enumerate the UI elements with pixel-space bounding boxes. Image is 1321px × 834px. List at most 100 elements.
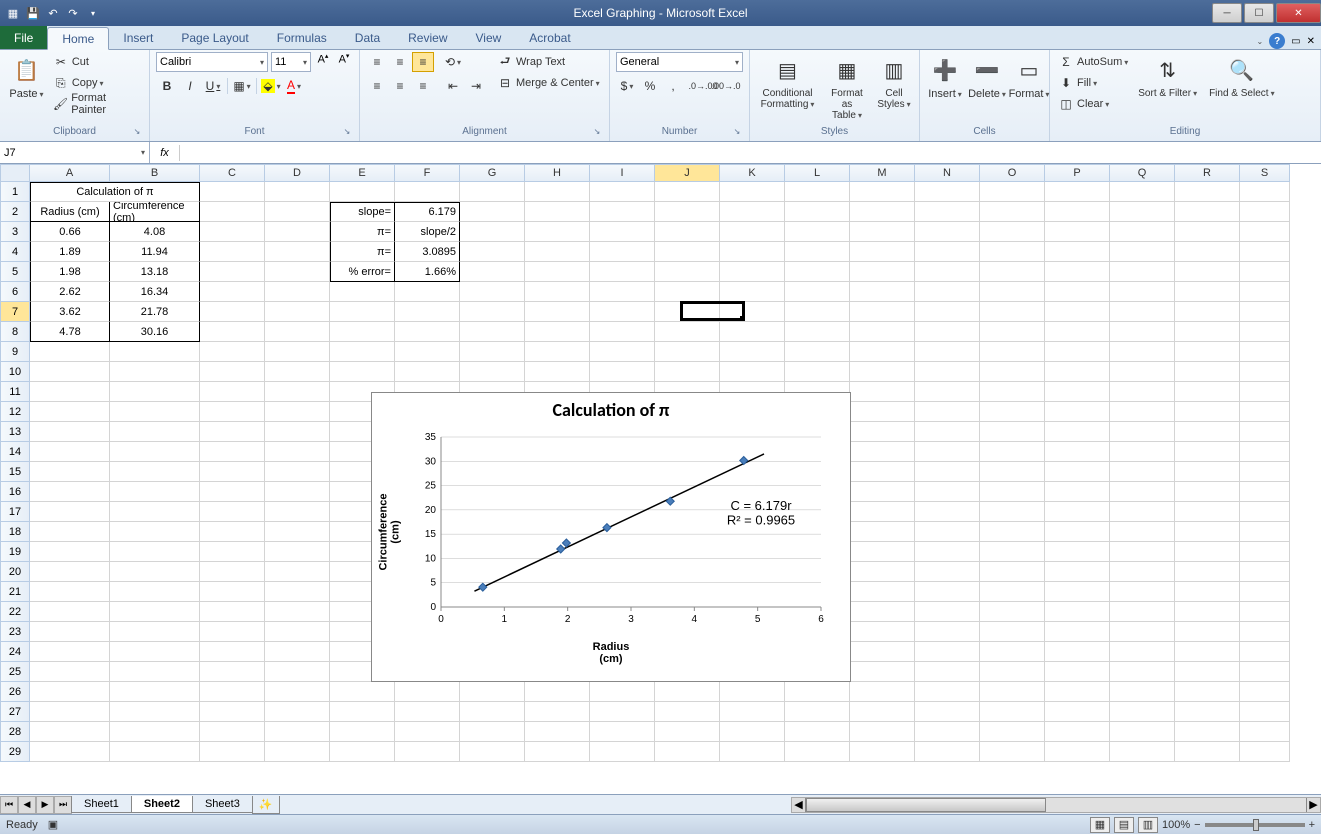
- cell[interactable]: [110, 462, 200, 482]
- align-right-button[interactable]: ≡: [412, 76, 434, 96]
- cell[interactable]: [785, 702, 850, 722]
- tab-page-layout[interactable]: Page Layout: [167, 26, 262, 49]
- cell[interactable]: [30, 562, 110, 582]
- sort-filter-button[interactable]: ⇅Sort & Filter: [1134, 52, 1201, 101]
- cell[interactable]: [265, 202, 330, 222]
- cell[interactable]: [1175, 322, 1240, 342]
- cell[interactable]: [460, 742, 525, 762]
- cell[interactable]: [1110, 602, 1175, 622]
- sheet-nav-first[interactable]: ⏮: [0, 796, 18, 814]
- cell[interactable]: [1045, 662, 1110, 682]
- row-header[interactable]: 11: [0, 382, 30, 402]
- cell[interactable]: [590, 262, 655, 282]
- cell[interactable]: Radius (cm): [30, 202, 110, 222]
- cell[interactable]: [460, 182, 525, 202]
- cell[interactable]: [525, 282, 590, 302]
- cell[interactable]: [265, 402, 330, 422]
- cell[interactable]: [915, 202, 980, 222]
- cell[interactable]: [1240, 362, 1290, 382]
- cell[interactable]: [265, 382, 330, 402]
- cell[interactable]: [720, 262, 785, 282]
- cell[interactable]: [980, 582, 1045, 602]
- row-header[interactable]: 1: [0, 182, 30, 202]
- cell[interactable]: [265, 342, 330, 362]
- column-header[interactable]: G: [460, 164, 525, 182]
- cell[interactable]: [1110, 702, 1175, 722]
- cell[interactable]: [30, 622, 110, 642]
- cell[interactable]: [200, 242, 265, 262]
- cell[interactable]: [200, 302, 265, 322]
- cell[interactable]: [265, 642, 330, 662]
- row-header[interactable]: 21: [0, 582, 30, 602]
- cell[interactable]: [980, 302, 1045, 322]
- cell[interactable]: [1045, 442, 1110, 462]
- cell[interactable]: [200, 362, 265, 382]
- cell[interactable]: [110, 682, 200, 702]
- cell[interactable]: [590, 342, 655, 362]
- launcher-icon[interactable]: ↘: [341, 127, 353, 139]
- cell[interactable]: [110, 522, 200, 542]
- cell[interactable]: Calculation of π: [30, 182, 200, 202]
- tab-formulas[interactable]: Formulas: [263, 26, 341, 49]
- scroll-right-icon[interactable]: ▶: [1306, 798, 1320, 812]
- cell[interactable]: [265, 582, 330, 602]
- row-header[interactable]: 4: [0, 242, 30, 262]
- cell[interactable]: [915, 182, 980, 202]
- cell[interactable]: [460, 342, 525, 362]
- row-header[interactable]: 17: [0, 502, 30, 522]
- excel-icon[interactable]: ▦: [4, 4, 22, 22]
- cell[interactable]: [915, 662, 980, 682]
- cell[interactable]: [915, 722, 980, 742]
- cell[interactable]: [1110, 282, 1175, 302]
- row-header[interactable]: 3: [0, 222, 30, 242]
- cell[interactable]: [265, 682, 330, 702]
- cell[interactable]: [850, 302, 915, 322]
- cell[interactable]: [850, 402, 915, 422]
- cell[interactable]: [395, 282, 460, 302]
- cell[interactable]: [1045, 262, 1110, 282]
- cell[interactable]: [30, 362, 110, 382]
- zoom-level[interactable]: 100%: [1162, 819, 1190, 831]
- cell[interactable]: [720, 302, 785, 322]
- page-break-view-button[interactable]: ▥: [1138, 817, 1158, 833]
- cell[interactable]: [655, 722, 720, 742]
- cell[interactable]: [30, 742, 110, 762]
- cell[interactable]: [1175, 662, 1240, 682]
- cell[interactable]: [200, 222, 265, 242]
- cell[interactable]: [1240, 222, 1290, 242]
- cell[interactable]: [850, 202, 915, 222]
- column-header[interactable]: N: [915, 164, 980, 182]
- cell[interactable]: [265, 562, 330, 582]
- cell[interactable]: 2.62: [30, 282, 110, 302]
- row-header[interactable]: 2: [0, 202, 30, 222]
- cell[interactable]: [1110, 342, 1175, 362]
- cell[interactable]: [525, 722, 590, 742]
- column-header[interactable]: S: [1240, 164, 1290, 182]
- cell[interactable]: [1045, 362, 1110, 382]
- cell[interactable]: [590, 702, 655, 722]
- cell[interactable]: [1175, 622, 1240, 642]
- cell[interactable]: [30, 442, 110, 462]
- cell[interactable]: [1175, 182, 1240, 202]
- cell[interactable]: [850, 582, 915, 602]
- cell[interactable]: [1240, 742, 1290, 762]
- cell[interactable]: [200, 602, 265, 622]
- cell[interactable]: slope/2: [395, 222, 460, 242]
- cell[interactable]: [1110, 422, 1175, 442]
- cell[interactable]: [265, 302, 330, 322]
- column-header[interactable]: F: [395, 164, 460, 182]
- cell[interactable]: [1175, 682, 1240, 702]
- cell[interactable]: [110, 582, 200, 602]
- column-header[interactable]: C: [200, 164, 265, 182]
- cell[interactable]: [460, 202, 525, 222]
- cell[interactable]: [980, 422, 1045, 442]
- cell[interactable]: [265, 502, 330, 522]
- cell[interactable]: [30, 382, 110, 402]
- cell[interactable]: [265, 442, 330, 462]
- column-header[interactable]: P: [1045, 164, 1110, 182]
- zoom-in-button[interactable]: +: [1309, 819, 1315, 831]
- cell[interactable]: [1240, 202, 1290, 222]
- minimize-ribbon-icon[interactable]: ⌄: [1256, 37, 1263, 46]
- cell[interactable]: [1175, 302, 1240, 322]
- cell[interactable]: [200, 482, 265, 502]
